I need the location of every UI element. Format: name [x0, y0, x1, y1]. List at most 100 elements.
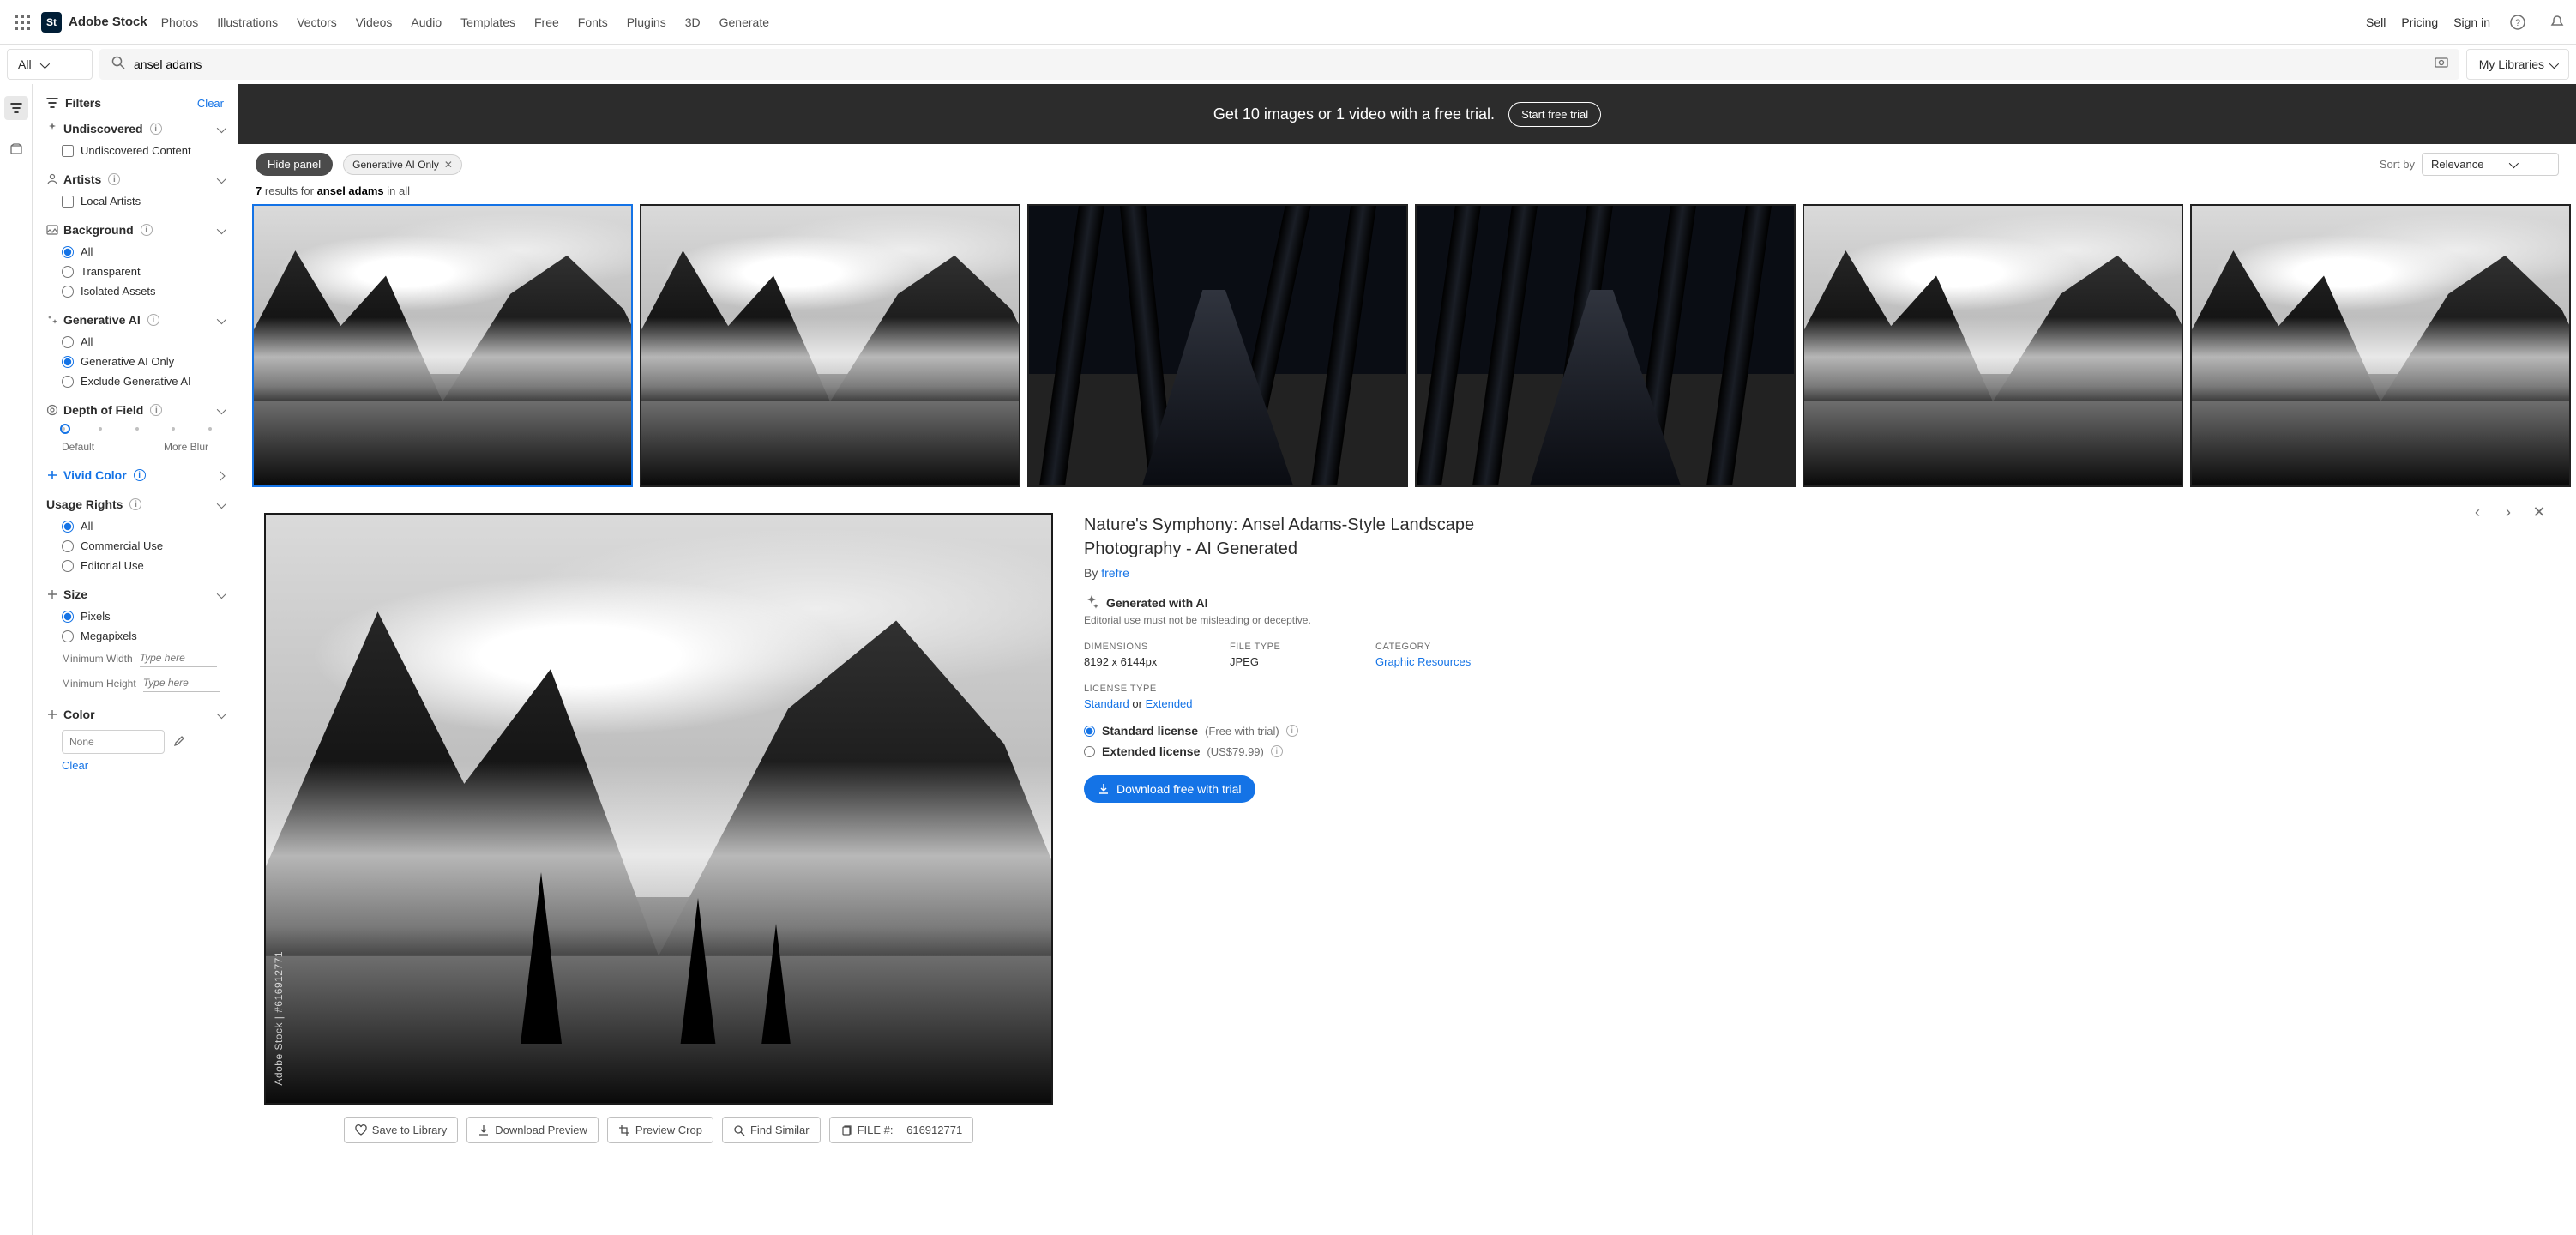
section-usage-toggle[interactable]: Usage Rights i: [46, 497, 224, 511]
section-dof-toggle[interactable]: Depth of Field i: [46, 403, 224, 417]
eyedropper-icon[interactable]: [172, 735, 185, 749]
brand[interactable]: St Adobe Stock: [41, 12, 147, 33]
section-size-toggle[interactable]: Size: [46, 587, 224, 601]
nav-illustrations[interactable]: Illustrations: [217, 15, 278, 29]
info-icon[interactable]: i: [150, 123, 162, 135]
help-icon[interactable]: ?: [2506, 10, 2530, 34]
banner-cta-button[interactable]: Start free trial: [1508, 102, 1601, 127]
nav-plugins[interactable]: Plugins: [627, 15, 666, 29]
opt-genai-exclude[interactable]: Exclude Generative AI: [46, 375, 224, 388]
nav-free[interactable]: Free: [534, 15, 559, 29]
author-link[interactable]: frefre: [1101, 566, 1129, 580]
section-vivid-link[interactable]: Vivid Color i: [46, 468, 224, 482]
license-opt-extended[interactable]: Extended license (US$79.99) i: [1084, 744, 1564, 758]
info-icon[interactable]: i: [1286, 725, 1298, 737]
nav-photos[interactable]: Photos: [161, 15, 199, 29]
download-icon: [1098, 783, 1110, 795]
section-undiscovered-toggle[interactable]: Undiscovered i: [46, 122, 224, 136]
plus-icon: [46, 469, 58, 481]
search-scope-dropdown[interactable]: All: [7, 49, 93, 80]
dof-slider[interactable]: [62, 425, 208, 432]
copy-icon: [840, 1124, 852, 1136]
opt-usage-all[interactable]: All: [46, 520, 224, 533]
sort-dropdown[interactable]: Relevance: [2422, 153, 2559, 176]
rail-filters-icon[interactable]: [4, 96, 28, 120]
section-color-label: Color: [63, 708, 95, 721]
nav-audio[interactable]: Audio: [411, 15, 442, 29]
detail-next-button[interactable]: ›: [2497, 501, 2519, 523]
opt-size-pixels[interactable]: Pixels: [46, 610, 224, 623]
nav-3d[interactable]: 3D: [685, 15, 701, 29]
download-preview-button[interactable]: Download Preview: [466, 1117, 599, 1143]
hide-panel-button[interactable]: Hide panel: [256, 153, 333, 176]
detail-close-button[interactable]: ✕: [2528, 501, 2550, 523]
chevron-down-icon: [217, 708, 224, 721]
aperture-icon: [46, 404, 58, 416]
opt-genai-only[interactable]: Generative AI Only: [46, 355, 224, 368]
opt-usage-editorial[interactable]: Editorial Use: [46, 559, 224, 572]
my-libraries-dropdown[interactable]: My Libraries: [2466, 49, 2569, 80]
filters-clear-link[interactable]: Clear: [197, 97, 224, 110]
sort-value: Relevance: [2431, 158, 2483, 171]
save-to-library-button[interactable]: Save to Library: [344, 1117, 458, 1143]
min-height-input[interactable]: [143, 674, 220, 692]
min-width-input[interactable]: [140, 649, 217, 667]
file-id-display: FILE #: 616912771: [829, 1117, 974, 1143]
notifications-icon[interactable]: [2545, 10, 2569, 34]
chevron-down-icon: [2509, 158, 2516, 171]
nav-generate[interactable]: Generate: [719, 15, 769, 29]
opt-genai-all[interactable]: All: [46, 335, 224, 348]
thumbnail-1[interactable]: [252, 204, 633, 487]
nav-fonts[interactable]: Fonts: [578, 15, 608, 29]
preview-crop-button[interactable]: Preview Crop: [607, 1117, 713, 1143]
search-input[interactable]: [134, 57, 2425, 71]
thumbnail-3[interactable]: [1027, 204, 1408, 487]
thumbnail-5[interactable]: [1803, 204, 2183, 487]
opt-usage-commercial[interactable]: Commercial Use: [46, 539, 224, 552]
license-type-label: LICENSE TYPE: [1084, 684, 1564, 694]
nav-sell[interactable]: Sell: [2366, 15, 2386, 29]
category-link[interactable]: Graphic Resources: [1375, 655, 1564, 668]
filter-chip-remove-icon[interactable]: ✕: [444, 159, 453, 171]
section-color-toggle[interactable]: Color: [46, 708, 224, 721]
opt-bg-isolated[interactable]: Isolated Assets: [46, 285, 224, 298]
dimensions-value: 8192 x 6144px: [1084, 655, 1204, 668]
detail-prev-button[interactable]: ‹: [2466, 501, 2489, 523]
nav-templates[interactable]: Templates: [460, 15, 515, 29]
color-clear-link[interactable]: Clear: [46, 759, 224, 772]
section-genai-toggle[interactable]: Generative AI i: [46, 313, 224, 327]
section-artists-toggle[interactable]: Artists i: [46, 172, 224, 186]
apps-switcher-icon[interactable]: [7, 7, 38, 38]
ai-badge-icon: [1084, 595, 1099, 611]
info-icon[interactable]: i: [129, 498, 141, 510]
thumbnail-2[interactable]: [640, 204, 1020, 487]
search-by-image-icon[interactable]: [2434, 55, 2449, 75]
nav-sign-in[interactable]: Sign in: [2453, 15, 2490, 29]
license-standard-link[interactable]: Standard: [1084, 697, 1129, 710]
thumbnail-6[interactable]: [2190, 204, 2571, 487]
nav-vectors[interactable]: Vectors: [297, 15, 337, 29]
license-extended-link[interactable]: Extended: [1146, 697, 1193, 710]
color-input[interactable]: [62, 730, 165, 754]
download-free-trial-button[interactable]: Download free with trial: [1084, 775, 1255, 803]
section-artists-label: Artists: [63, 172, 101, 186]
find-similar-button[interactable]: Find Similar: [722, 1117, 821, 1143]
nav-pricing[interactable]: Pricing: [2401, 15, 2438, 29]
info-icon[interactable]: i: [108, 173, 120, 185]
opt-size-megapixels[interactable]: Megapixels: [46, 630, 224, 642]
section-background-toggle[interactable]: Background i: [46, 223, 224, 237]
thumbnail-4[interactable]: [1415, 204, 1796, 487]
info-icon[interactable]: i: [1271, 745, 1283, 757]
opt-undiscovered-content[interactable]: Undiscovered Content: [46, 144, 224, 157]
nav-links: Photos Illustrations Vectors Videos Audi…: [161, 15, 769, 29]
opt-local-artists[interactable]: Local Artists: [46, 195, 224, 208]
nav-videos[interactable]: Videos: [356, 15, 393, 29]
info-icon[interactable]: i: [147, 314, 159, 326]
rail-collections-icon[interactable]: [4, 137, 28, 161]
opt-bg-all[interactable]: All: [46, 245, 224, 258]
opt-bg-transparent[interactable]: Transparent: [46, 265, 224, 278]
info-icon[interactable]: i: [150, 404, 162, 416]
license-opt-standard[interactable]: Standard license (Free with trial) i: [1084, 724, 1564, 738]
info-icon[interactable]: i: [134, 469, 146, 481]
info-icon[interactable]: i: [141, 224, 153, 236]
